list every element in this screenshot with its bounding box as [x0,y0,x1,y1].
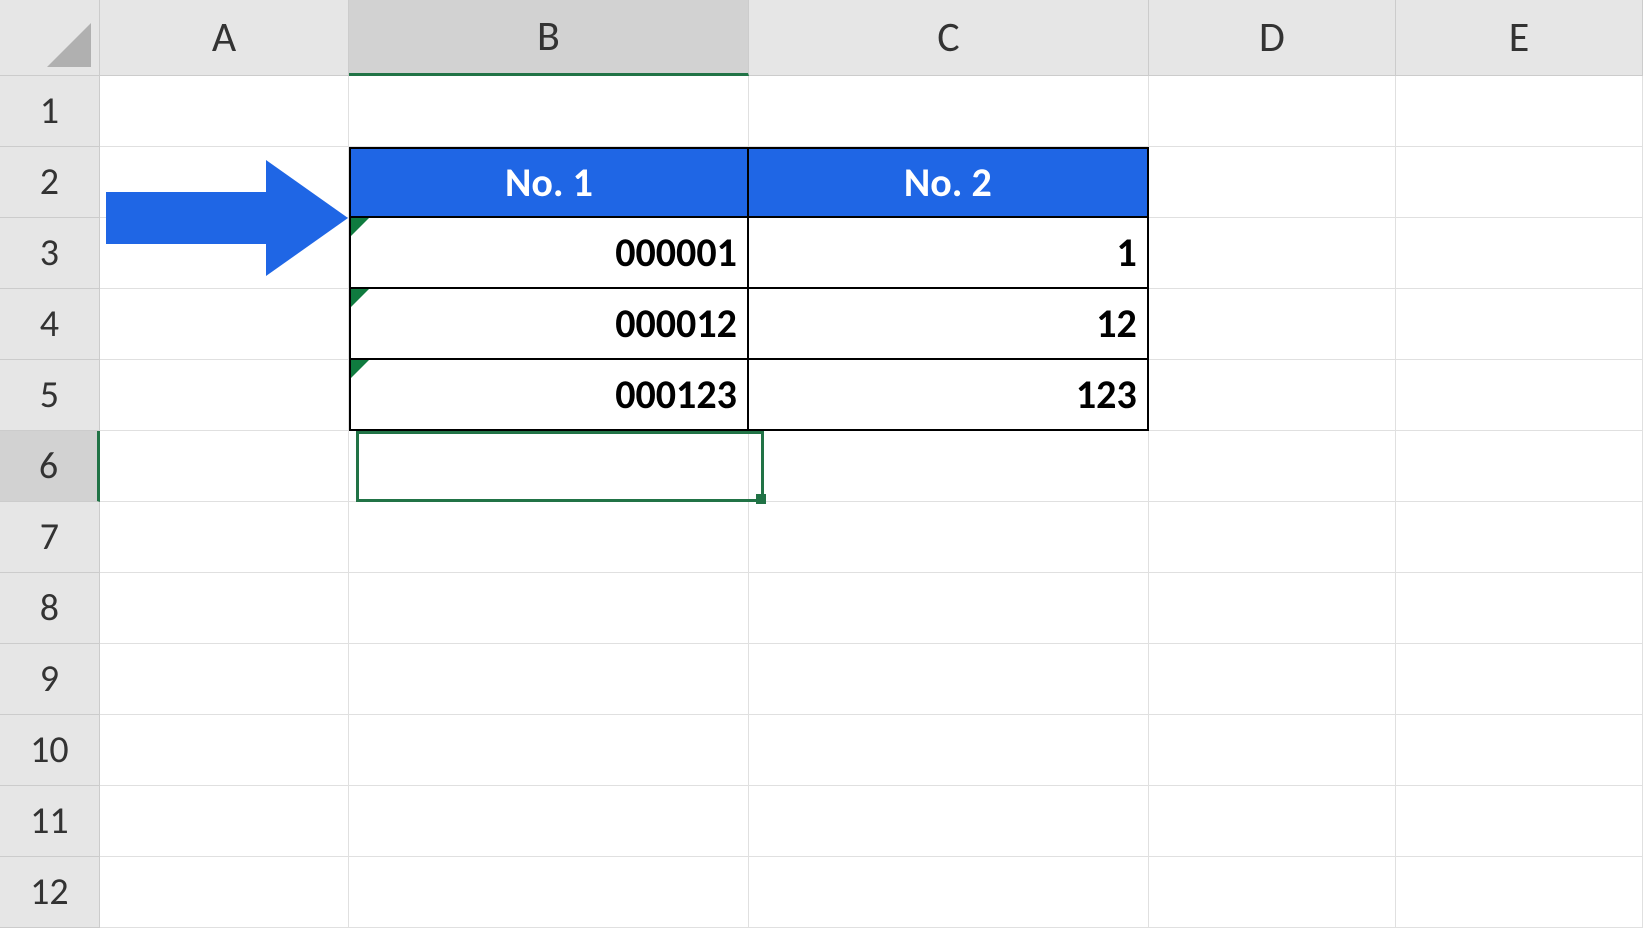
cell-D7[interactable] [1149,502,1396,573]
row-4: 4 000012 12 [0,289,1643,360]
col-header-C[interactable]: C [749,0,1149,76]
row-12: 12 [0,857,1643,928]
cell-E8[interactable] [1396,573,1643,644]
cell-E12[interactable] [1396,857,1643,928]
error-indicator-icon[interactable] [351,289,369,307]
error-indicator-icon[interactable] [351,360,369,378]
row-6: 6 [0,431,1643,502]
cell-value: 000001 [615,228,737,277]
row-header-3[interactable]: 3 [0,218,100,289]
row-header-7[interactable]: 7 [0,502,100,573]
cell-E11[interactable] [1396,786,1643,857]
cell-C8[interactable] [749,573,1149,644]
cell-D6[interactable] [1149,431,1396,502]
cell-C10[interactable] [749,715,1149,786]
cell-E3[interactable] [1396,218,1643,289]
cell-A8[interactable] [100,573,349,644]
cell-A9[interactable] [100,644,349,715]
cell-C2[interactable]: No. 2 [749,147,1149,218]
cell-C12[interactable] [749,857,1149,928]
row-header-10[interactable]: 10 [0,715,100,786]
cell-B3[interactable]: 000001 [349,218,749,289]
cell-B12[interactable] [349,857,749,928]
cell-B2[interactable]: No. 1 [349,147,749,218]
cell-A7[interactable] [100,502,349,573]
cell-E9[interactable] [1396,644,1643,715]
cell-A12[interactable] [100,857,349,928]
row-header-6[interactable]: 6 [0,431,100,502]
spreadsheet: A B C D E 1 2 No. 1 No. 2 3 000001 1 [0,0,1643,924]
cell-value: 000123 [615,370,737,419]
col-header-A[interactable]: A [100,0,349,76]
cell-A5[interactable] [100,360,349,431]
row-9: 9 [0,644,1643,715]
cell-B4[interactable]: 000012 [349,289,749,360]
cell-A11[interactable] [100,786,349,857]
cell-D5[interactable] [1149,360,1396,431]
row-11: 11 [0,786,1643,857]
col-header-D[interactable]: D [1149,0,1396,76]
cell-A4[interactable] [100,289,349,360]
cell-B7[interactable] [349,502,749,573]
cell-B1[interactable] [349,76,749,147]
cell-E2[interactable] [1396,147,1643,218]
cell-E10[interactable] [1396,715,1643,786]
row-5: 5 000123 123 [0,360,1643,431]
cell-E1[interactable] [1396,76,1643,147]
row-header-12[interactable]: 12 [0,857,100,928]
cell-A1[interactable] [100,76,349,147]
row-header-1[interactable]: 1 [0,76,100,147]
cell-B6[interactable] [349,431,749,502]
cell-D2[interactable] [1149,147,1396,218]
select-all-triangle[interactable] [0,0,100,76]
cell-D4[interactable] [1149,289,1396,360]
cell-C4[interactable]: 12 [749,289,1149,360]
row-8: 8 [0,573,1643,644]
cell-value: 1 [1116,228,1136,277]
cell-A6[interactable] [100,431,349,502]
cell-C11[interactable] [749,786,1149,857]
cell-C3[interactable]: 1 [749,218,1149,289]
cell-value: 000012 [615,299,737,348]
cell-D11[interactable] [1149,786,1396,857]
row-header-5[interactable]: 5 [0,360,100,431]
col-header-B[interactable]: B [349,0,749,76]
cell-D8[interactable] [1149,573,1396,644]
cell-E6[interactable] [1396,431,1643,502]
cell-value: 123 [1076,370,1137,419]
cell-B9[interactable] [349,644,749,715]
row-header-8[interactable]: 8 [0,573,100,644]
cell-E7[interactable] [1396,502,1643,573]
cell-C9[interactable] [749,644,1149,715]
cell-D9[interactable] [1149,644,1396,715]
cell-B11[interactable] [349,786,749,857]
cell-C7[interactable] [749,502,1149,573]
row-1: 1 [0,76,1643,147]
row-7: 7 [0,502,1643,573]
cell-value: 12 [1096,299,1137,348]
cell-D3[interactable] [1149,218,1396,289]
cell-B5[interactable]: 000123 [349,360,749,431]
row-10: 10 [0,715,1643,786]
cell-B8[interactable] [349,573,749,644]
cell-E5[interactable] [1396,360,1643,431]
row-header-9[interactable]: 9 [0,644,100,715]
cell-E4[interactable] [1396,289,1643,360]
cell-A10[interactable] [100,715,349,786]
cell-D12[interactable] [1149,857,1396,928]
cell-D10[interactable] [1149,715,1396,786]
cell-B10[interactable] [349,715,749,786]
row-header-4[interactable]: 4 [0,289,100,360]
cell-C1[interactable] [749,76,1149,147]
col-header-E[interactable]: E [1396,0,1643,76]
cell-C5[interactable]: 123 [749,360,1149,431]
row-header-11[interactable]: 11 [0,786,100,857]
cell-C6[interactable] [749,431,1149,502]
cell-D1[interactable] [1149,76,1396,147]
error-indicator-icon[interactable] [351,218,369,236]
column-header-row: A B C D E [0,0,1643,76]
row-header-2[interactable]: 2 [0,147,100,218]
